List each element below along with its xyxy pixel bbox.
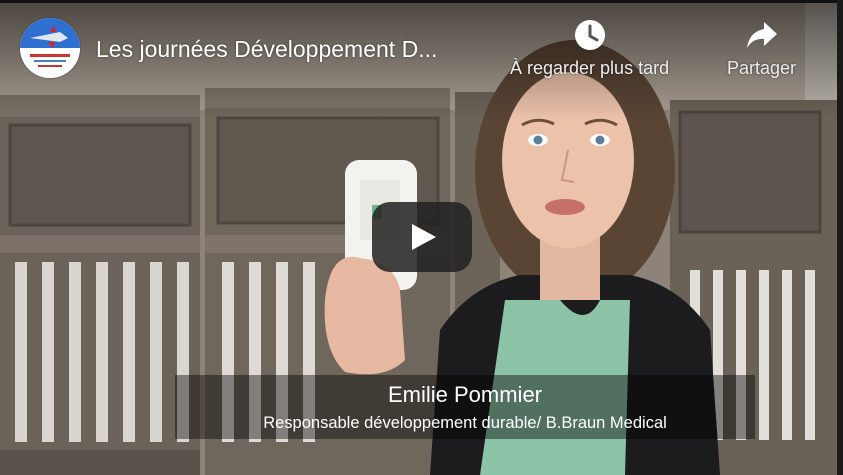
channel-logo-icon xyxy=(20,18,80,78)
video-title[interactable]: Les journées Développement D... xyxy=(96,36,496,63)
play-button[interactable] xyxy=(372,202,472,272)
share-label: Partager xyxy=(727,58,797,78)
share-button[interactable]: Partager xyxy=(727,18,796,79)
watch-later-button[interactable]: À regarder plus tard xyxy=(510,18,669,79)
share-arrow-icon xyxy=(746,22,777,48)
clock-icon xyxy=(574,20,605,50)
speaker-role: Responsable développement durable/ B.Bra… xyxy=(263,414,667,432)
top-edge xyxy=(0,0,843,3)
video-player[interactable]: Les journées Développement D... À regard… xyxy=(0,0,843,475)
speaker-name: Emilie Pommier xyxy=(387,382,543,407)
channel-avatar[interactable] xyxy=(20,18,80,78)
watch-later-label: À regarder plus tard xyxy=(510,58,670,78)
right-edge xyxy=(837,0,843,475)
play-icon xyxy=(372,202,472,272)
